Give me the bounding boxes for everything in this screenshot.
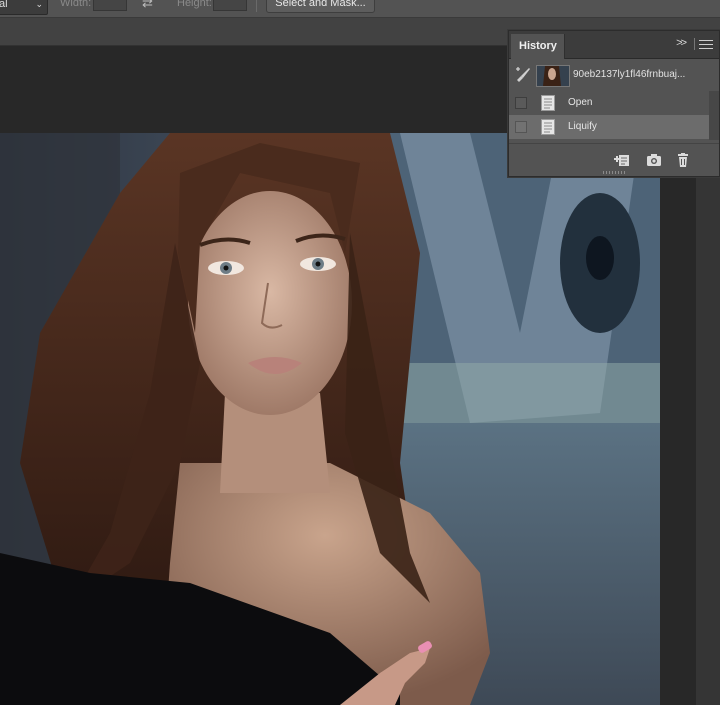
options-bar: al ⌄ Width: ⇄ Height: Select and Mask... xyxy=(0,0,720,18)
history-state-label: Liquify xyxy=(568,121,597,132)
divider xyxy=(256,0,257,12)
snapshot-name: 90eb2137ly1fl46frnbuaj... xyxy=(573,69,686,80)
height-field[interactable] xyxy=(213,0,247,11)
canvas-gutter xyxy=(660,133,696,705)
new-document-from-state-icon[interactable] xyxy=(614,153,630,167)
document-icon xyxy=(541,119,555,135)
panel-header: History >> xyxy=(509,31,719,59)
history-snapshot[interactable]: 90eb2137ly1fl46frnbuaj... xyxy=(509,59,719,92)
swap-arrow-icon[interactable]: ⇄ xyxy=(142,0,153,11)
history-brush-icon[interactable] xyxy=(515,66,531,82)
history-source-checkbox[interactable] xyxy=(515,97,527,109)
panel-menu-icon[interactable] xyxy=(699,37,713,51)
collapse-icon[interactable]: >> xyxy=(676,37,687,49)
panel-scrollbar[interactable] xyxy=(709,91,719,140)
document-icon xyxy=(541,95,555,111)
style-dropdown[interactable]: al ⌄ xyxy=(0,0,48,15)
snapshot-thumbnail xyxy=(536,65,570,87)
camera-icon[interactable] xyxy=(646,153,662,167)
chevron-down-icon: ⌄ xyxy=(35,0,43,9)
divider xyxy=(694,38,695,50)
select-and-mask-button[interactable]: Select and Mask... xyxy=(266,0,375,13)
history-state-open[interactable]: Open xyxy=(509,91,709,115)
tab-history[interactable]: History xyxy=(511,34,565,59)
panel-resize-grip[interactable] xyxy=(603,171,625,174)
history-source-checkbox[interactable] xyxy=(515,121,527,133)
height-label: Height: xyxy=(177,0,212,9)
trash-icon[interactable] xyxy=(675,153,691,167)
width-field[interactable] xyxy=(93,0,127,11)
canvas-image[interactable] xyxy=(0,133,660,705)
width-label: Width: xyxy=(60,0,92,9)
style-dropdown-value: al xyxy=(0,0,8,10)
history-panel: History >> 90eb2137ly1fl46frnbuaj... Ope… xyxy=(508,30,720,177)
history-state-label: Open xyxy=(568,97,593,108)
history-state-liquify[interactable]: Liquify xyxy=(509,115,709,139)
